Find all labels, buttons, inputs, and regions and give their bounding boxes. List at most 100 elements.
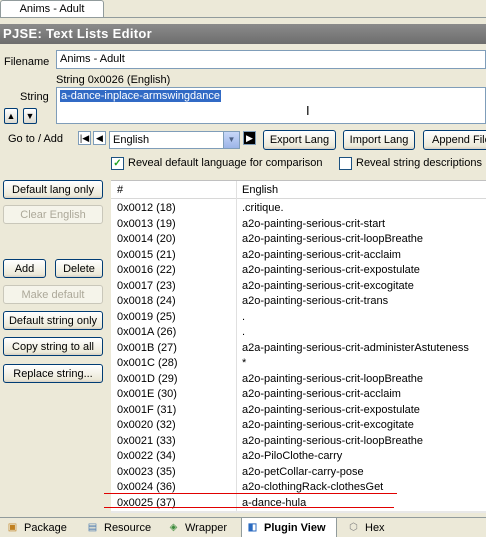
table-row[interactable]: 0x0013 (19) a2o-painting-serious-crit-sta…: [111, 217, 486, 233]
table-row[interactable]: 0x0025 (37) a-dance-hula: [111, 496, 486, 512]
row-text: a2o-painting-serious-crit-excogitate: [242, 279, 414, 292]
move-up-button[interactable]: ▲: [4, 108, 18, 124]
row-text: a2o-painting-serious-crit-acclaim: [242, 388, 401, 400]
table-row[interactable]: 0x001F (31) a2o-painting-serious-crit-exp…: [111, 403, 486, 419]
row-id: 0x0022 (34): [117, 450, 176, 462]
language-value: English: [113, 134, 150, 146]
row-text: a2o-painting-serious-crit-start: [242, 217, 386, 230]
row-text: .: [242, 326, 246, 338]
row-id: 0x0026 (38): [117, 511, 176, 513]
editor-title: PJSE: Text Lists Editor: [0, 24, 486, 44]
row-id: 0x0020 (32): [117, 419, 176, 431]
tab-resource-label: Resource: [104, 522, 152, 534]
row-id: 0x001D (29): [117, 372, 178, 385]
filename-label: Filename: [4, 56, 50, 68]
strings-table[interactable]: # English 0x0012 (18) .critique. 0x0013 (1…: [111, 180, 486, 513]
table-row[interactable]: 0x0020 (32) a2o-painting-serious-crit-exc…: [111, 418, 486, 434]
arrow-up-icon: ▲: [6, 111, 16, 121]
checkmark-icon: ✓: [113, 158, 122, 169]
row-id: 0x001F (31): [117, 403, 177, 416]
tab-plugin-view-label: Plugin View: [264, 522, 326, 534]
reveal-descriptions-checkbox[interactable]: [339, 157, 352, 170]
row-id: 0x0015 (21): [117, 248, 176, 261]
table-row[interactable]: 0x001C (28) *: [111, 356, 486, 372]
string-field[interactable]: a-dance-inplace-armswingdance: [56, 87, 486, 124]
table-row[interactable]: 0x0016 (22) a2o-painting-serious-crit-exp…: [111, 263, 486, 279]
default-string-only-button[interactable]: Default string only: [3, 311, 103, 330]
row-text: a2a-painting-serious-crit-administerAstu…: [242, 341, 469, 354]
export-lang-button[interactable]: Export Lang: [263, 130, 336, 150]
table-row[interactable]: 0x001B (27) a2a-painting-serious-crit-adm…: [111, 341, 486, 357]
copy-string-to-all-button[interactable]: Copy string to all: [3, 337, 103, 356]
table-row[interactable]: 0x0022 (34) a2o-PiloClothe-carry: [111, 449, 486, 465]
replace-string-button[interactable]: Replace string...: [3, 364, 103, 383]
row-id: 0x001B (27): [117, 341, 177, 354]
row-id: 0x0012 (18): [117, 202, 176, 214]
row-text: a2o-painting-serious-crit-loopBreathe: [242, 372, 423, 385]
clear-english-button[interactable]: Clear English: [3, 205, 103, 224]
table-row[interactable]: 0x0023 (35) a2o-petCollar-carry-pose: [111, 465, 486, 481]
table-row[interactable]: 0x0019 (25).: [111, 310, 486, 326]
tab-plugin-view[interactable]: ◧ Plugin View: [241, 518, 337, 537]
table-row[interactable]: 0x001D (29) a2o-painting-serious-crit-loo…: [111, 372, 486, 388]
goto-add-label: Go to / Add: [8, 133, 64, 145]
string-label: String: [20, 91, 49, 103]
skip-first-icon: |◀: [79, 133, 90, 143]
tab-strip-divider: [0, 17, 486, 18]
table-row[interactable]: 0x0017 (23) a2o-painting-serious-crit-exc…: [111, 279, 486, 295]
chevron-down-icon[interactable]: ▼: [223, 132, 239, 148]
row-text: a2o-painting-serious-crit-trans: [242, 295, 389, 307]
table-row[interactable]: 0x0015 (21) a2o-painting-serious-crit-acc…: [111, 248, 486, 264]
reveal-default-checkbox[interactable]: ✓: [111, 157, 124, 170]
move-down-button[interactable]: ▼: [23, 108, 37, 124]
prev-string-button[interactable]: ◀: [93, 131, 106, 145]
delete-button[interactable]: Delete: [55, 259, 103, 278]
table-row[interactable]: 0x001E (30) a2o-painting-serious-crit-acc…: [111, 387, 486, 403]
row-text: .: [242, 310, 246, 323]
row-text: a2o-painting-serious-crit-expostulate: [242, 264, 420, 276]
language-select[interactable]: English ▼: [109, 131, 240, 149]
table-row[interactable]: 0x0012 (18) .critique.: [111, 201, 486, 217]
row-text: a-dance-inplace-armswingdance: [242, 511, 401, 513]
row-text: a2o-painting-serious-crit-loopBreathe: [242, 233, 423, 245]
bottom-tab-bar: ▣ Package ▤ Resource ◈ Wrapper ◧ Plugin View…: [0, 517, 486, 537]
column-header-english[interactable]: English: [242, 184, 278, 196]
tab-hex[interactable]: ⬡ Hex: [343, 518, 384, 537]
default-lang-only-button[interactable]: Default lang only: [3, 180, 103, 199]
next-string-button[interactable]: ▶: [243, 131, 256, 145]
tab-wrapper[interactable]: ◈ Wrapper: [163, 518, 227, 537]
table-row[interactable]: 0x0014 (20) a2o-painting-serious-crit-loo…: [111, 232, 486, 248]
row-text: a2o-painting-serious-crit-excogitate: [242, 419, 414, 431]
row-id: 0x001E (30): [117, 388, 177, 400]
row-text: a2o-painting-serious-crit-expostulate: [242, 403, 420, 416]
add-button[interactable]: Add: [3, 259, 46, 278]
row-text: a2o-painting-serious-crit-loopBreathe: [242, 434, 423, 447]
row-id: 0x0021 (33): [117, 434, 176, 447]
tab-resource[interactable]: ▤ Resource: [82, 518, 151, 537]
table-header: # English: [111, 181, 486, 199]
row-id: 0x0014 (20): [117, 233, 176, 245]
make-default-button[interactable]: Make default: [3, 285, 103, 304]
column-header-number[interactable]: #: [117, 184, 123, 196]
row-id: 0x0013 (19): [117, 217, 176, 230]
table-row[interactable]: 0x001A (26).: [111, 325, 486, 341]
table-row[interactable]: 0x0026 (38) a-dance-inplace-armswingdance: [111, 511, 486, 513]
tab-package[interactable]: ▣ Package: [2, 518, 67, 537]
row-text: a2o-painting-serious-crit-acclaim: [242, 248, 401, 261]
row-id: 0x0017 (23): [117, 279, 176, 292]
row-id: 0x0025 (37): [117, 496, 176, 509]
table-row[interactable]: 0x0021 (33) a2o-painting-serious-crit-loo…: [111, 434, 486, 450]
wrapper-icon: ◈: [169, 522, 178, 533]
first-string-button[interactable]: |◀: [78, 131, 91, 145]
row-text: a-dance-hula: [242, 496, 307, 509]
filename-field[interactable]: Anims - Adult: [56, 50, 486, 69]
reveal-default-label: Reveal default language for comparison: [128, 157, 323, 169]
arrow-left-icon: ◀: [96, 133, 103, 143]
import-lang-button[interactable]: Import Lang: [343, 130, 415, 150]
row-id: 0x0018 (24): [117, 295, 176, 307]
table-row[interactable]: 0x0018 (24) a2o-painting-serious-crit-tra…: [111, 294, 486, 310]
append-file-button[interactable]: Append File: [423, 130, 486, 150]
row-id: 0x001C (28): [117, 357, 178, 369]
arrow-right-icon: ▶: [246, 133, 253, 143]
document-tab[interactable]: Anims - Adult: [0, 0, 104, 18]
